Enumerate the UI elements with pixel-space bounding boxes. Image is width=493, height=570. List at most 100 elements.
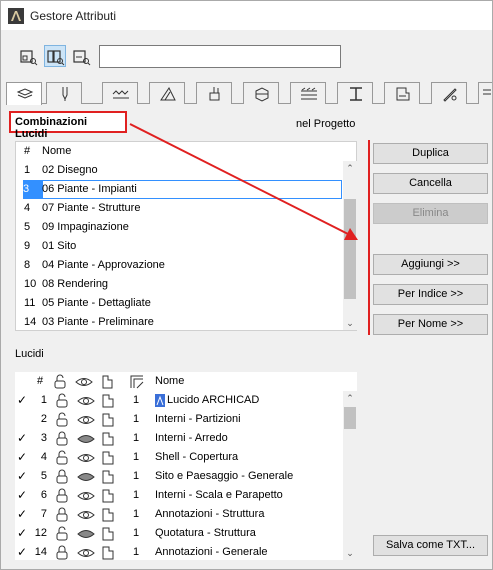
lock-closed-icon[interactable] [55,488,69,504]
pen-column-icon [130,375,144,389]
grid-view-button[interactable] [44,45,66,67]
solid-view-icon[interactable] [101,431,115,447]
list-item[interactable]: 11 05 Piante - Dettagliate [16,294,346,313]
table-row[interactable]: ✓ 7 1 Annotazioni - Struttura [15,505,343,524]
eye-open-icon[interactable] [77,545,95,561]
layers-scrollbar[interactable]: ⌃ ⌄ [343,391,357,560]
list-item[interactable]: 14 03 Piante - Preliminare [16,313,346,332]
table-row[interactable]: ✓ 5 1 Sito e Paesaggio - Generale [15,467,343,486]
tab-pens[interactable] [46,82,82,104]
tab-mep[interactable] [431,82,467,104]
solid-view-icon[interactable] [101,412,115,428]
add-button[interactable]: Aggiungi >> [373,254,488,275]
layer-num: 1 [40,394,47,406]
duplicate-button[interactable]: Duplica [373,143,488,164]
item-name: 01 Sito [42,240,77,252]
item-name: 07 Piante - Strutture [42,202,141,214]
detail-view-button[interactable] [70,45,92,67]
lock-closed-icon[interactable] [55,431,69,447]
tab-fills[interactable] [149,82,185,104]
profile-icon [350,87,362,101]
add-by-index-button[interactable]: Per Indice >> [373,284,488,305]
lock-closed-icon[interactable] [55,469,69,485]
eye-open-icon[interactable] [77,507,95,523]
table-row[interactable]: ✓ 12 1 Quotatura - Struttura [15,524,343,543]
checkmark-icon[interactable]: ✓ [17,429,27,448]
scroll-down-icon[interactable]: ⌄ [343,546,357,560]
table-row[interactable]: ✓ 4 1 Shell - Copertura [15,448,343,467]
eye-open-icon[interactable] [77,450,95,466]
item-name: 02 Disegno [42,164,98,176]
delete-button[interactable]: Cancella [373,173,488,194]
eye-open-icon[interactable] [77,412,95,428]
table-row[interactable]: ✓ 1 1 Lucido ARCHICAD [15,391,343,410]
solid-view-icon[interactable] [101,488,115,504]
table-row[interactable]: 2 1 Interni - Partizioni [15,410,343,429]
list-item[interactable]: 8 04 Piante - Approvazione [16,256,346,275]
scroll-up-icon[interactable]: ⌃ [343,161,357,175]
item-num: 11 [24,297,36,309]
table-row[interactable]: ✓ 14 1 Annotazioni - Generale [15,543,343,562]
layers-label: Lucidi [15,348,44,360]
solid-view-icon[interactable] [101,545,115,561]
lock-closed-icon[interactable] [55,507,69,523]
list-item[interactable]: 1 02 Disegno [16,161,346,180]
solid-view-icon[interactable] [101,526,115,542]
lock-closed-icon[interactable] [55,545,69,561]
pen-value: 1 [133,470,140,482]
tab-surfaces[interactable] [196,82,232,104]
list-item[interactable]: 4 07 Piante - Strutture [16,199,346,218]
eye-closed-icon[interactable] [77,431,95,447]
solid-view-icon[interactable] [101,393,115,409]
tab-layers[interactable] [6,82,42,105]
tab-zones[interactable] [384,82,420,104]
eye-closed-icon[interactable] [77,469,95,485]
solid-view-icon[interactable] [101,507,115,523]
list-item[interactable]: 10 08 Rendering [16,275,346,294]
lock-open-icon[interactable] [55,393,69,409]
solid-view-icon[interactable] [101,450,115,466]
layer-name: Sito e Paesaggio - Generale [155,470,294,482]
list-item-selected[interactable]: 3 06 Piante - Impianti [16,180,346,199]
add-by-name-button[interactable]: Per Nome >> [373,314,488,335]
item-num: 1 [24,164,31,176]
eye-open-icon[interactable] [77,393,95,409]
tab-line-types[interactable] [102,82,138,104]
solid-view-icon[interactable] [101,469,115,485]
table-row[interactable]: ✓ 3 1 Interni - Arredo [15,429,343,448]
scroll-thumb[interactable] [344,199,356,299]
table-row[interactable]: ✓ 6 1 Interni - Scala e Parapetto [15,486,343,505]
list-view-button[interactable] [17,45,39,67]
wireframe-column-icon [102,375,113,389]
scroll-up-icon[interactable]: ⌃ [343,391,357,405]
combinations-scrollbar[interactable]: ⌃ ⌄ [343,161,357,330]
combinations-list[interactable]: # Nome 1 02 Disegno 3 06 Piante - Impian… [15,141,357,331]
search-input[interactable] [99,45,341,68]
checkmark-icon[interactable]: ✓ [17,391,27,410]
lock-open-icon[interactable] [55,450,69,466]
eye-closed-icon[interactable] [77,526,95,542]
list-item[interactable]: 9 01 Sito [16,237,346,256]
save-as-txt-button[interactable]: Salva come TXT... [373,535,488,556]
checkmark-icon[interactable]: ✓ [17,448,27,467]
item-name[interactable]: 06 Piante - Impianti [42,180,137,199]
scroll-down-icon[interactable]: ⌄ [343,316,357,330]
list-item[interactable]: 5 09 Impaginazione [16,218,346,237]
checkmark-icon[interactable]: ✓ [17,524,27,543]
tab-building-materials[interactable] [243,82,279,104]
column-num-header: # [24,145,31,157]
layers-list[interactable]: # Nome ✓ 1 1 Lucido ARCHICAD 2 1 Interni… [15,372,357,560]
eye-open-icon[interactable] [77,488,95,504]
tab-composites[interactable] [290,82,326,104]
lock-open-icon[interactable] [55,412,69,428]
pen-value: 1 [133,432,140,444]
checkmark-icon[interactable]: ✓ [17,543,27,562]
lock-open-icon[interactable] [55,526,69,542]
checkmark-icon[interactable]: ✓ [17,505,27,524]
tab-markup[interactable] [478,82,493,104]
checkmark-icon[interactable]: ✓ [17,486,27,505]
tab-profiles[interactable] [337,82,373,104]
scroll-thumb[interactable] [344,407,356,429]
combinations-title: Combinazioni Lucidi [9,111,127,140]
checkmark-icon[interactable]: ✓ [17,467,27,486]
